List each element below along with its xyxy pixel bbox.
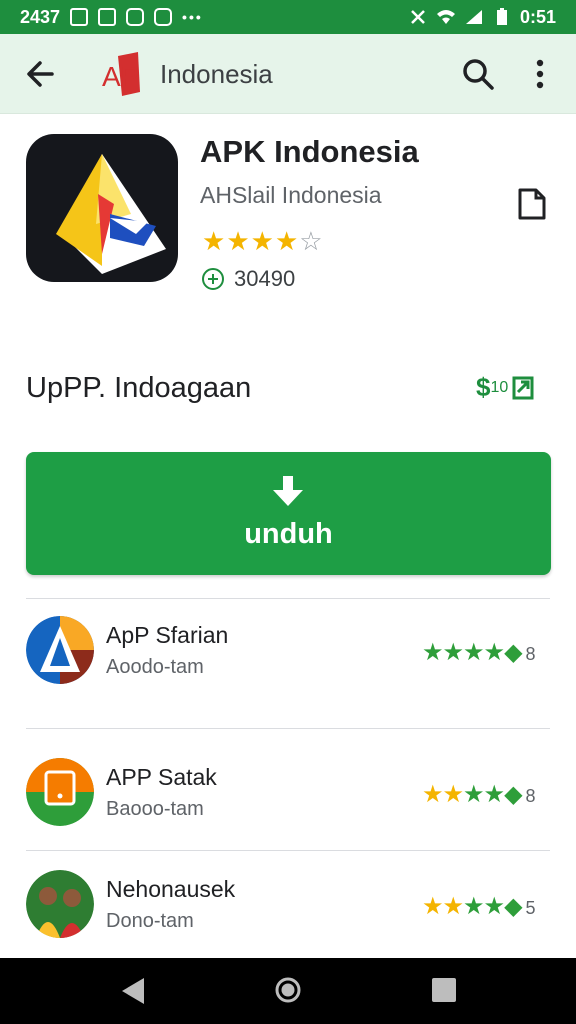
half-star-icon: ★ <box>274 226 300 256</box>
list-item-rating: ★★★★◆ 8 <box>422 639 536 666</box>
list-item-tail: 5 <box>525 898 536 918</box>
gallery-notification-icon <box>70 8 89 26</box>
vibrate-icon <box>411 10 425 24</box>
price: $ 10 <box>476 372 534 403</box>
status-time-left: 2437 <box>20 6 61 27</box>
more-notifications-icon: ••• <box>182 9 203 25</box>
star-icon: ★ <box>226 226 251 256</box>
brand-name: Indonesia <box>160 58 273 89</box>
system-nav-bar <box>0 958 576 1024</box>
download-count: 30490 <box>202 266 295 292</box>
divider <box>26 728 550 729</box>
search-icon[interactable] <box>458 54 498 94</box>
download-button-label: unduh <box>244 518 333 550</box>
list-item-tail: 8 <box>525 786 536 806</box>
brand-logo-text: AP <box>102 61 139 92</box>
more-vert-icon[interactable] <box>522 54 558 94</box>
download-arrow-icon <box>273 476 303 506</box>
apk-logo-icon: AP <box>102 52 140 96</box>
list-item-title: ApP Sfarian <box>106 622 229 648</box>
app-notification-icon <box>154 8 173 26</box>
back-arrow-icon[interactable] <box>22 54 62 94</box>
app-icon <box>26 134 178 282</box>
divider <box>26 850 550 851</box>
list-item-subtitle: Baooo-tam <box>106 798 204 820</box>
list-item-tail: 8 <box>525 644 536 664</box>
list-item-subtitle: Dono-tam <box>106 910 194 932</box>
signal-icon <box>465 10 482 24</box>
list-item-rating: ★★★★◆ 8 <box>422 781 536 808</box>
list-item-title: Nehonausek <box>106 876 236 902</box>
list-item[interactable]: Nehonausek Dono-tam ★★★★◆ 5 <box>26 870 550 942</box>
nehonausek-icon <box>26 870 94 938</box>
section-title: UpPP. Indoagaan <box>26 372 252 404</box>
price-symbol: $ <box>476 372 491 402</box>
nav-back-icon[interactable] <box>120 976 146 1006</box>
brand: AP Indonesia <box>100 52 273 96</box>
divider <box>26 598 550 599</box>
nav-recents-icon[interactable] <box>432 978 456 1002</box>
download-button[interactable]: unduh <box>26 452 551 575</box>
plus-circle-icon <box>202 268 224 290</box>
price-value: 10 <box>490 378 509 396</box>
battery-icon <box>496 8 507 25</box>
list-item-rating: ★★★★◆ 5 <box>422 893 536 920</box>
list-item[interactable]: APP Satak Baooo-tam ★★★★◆ 8 <box>26 758 550 830</box>
wifi-icon <box>436 10 455 24</box>
nav-home-icon[interactable] <box>274 976 302 1004</box>
image-notification-icon <box>98 8 117 26</box>
document-icon[interactable] <box>514 186 548 222</box>
status-time-right: 0:51 <box>519 6 556 27</box>
app-icon-graphic <box>56 154 166 274</box>
status-right: 0:51 <box>408 7 556 28</box>
heart-notification-icon <box>126 8 145 26</box>
list-item[interactable]: ApP Sfarian Aoodo-tam ★★★★◆ 8 <box>26 616 550 688</box>
app-satak-icon <box>26 758 94 826</box>
status-bar: 2437 ••• 0:51 <box>0 0 576 34</box>
app-sfarian-icon <box>26 616 94 684</box>
star-icon: ★ <box>202 226 227 256</box>
download-count-value: 30490 <box>234 266 296 291</box>
empty-star-icon: ☆ <box>299 226 324 256</box>
price-tag-icon <box>512 376 534 399</box>
app-title: APK Indonesia <box>200 134 419 169</box>
developer-name[interactable]: AHSlail Indonesia <box>200 182 382 209</box>
status-left: 2437 ••• <box>20 7 203 28</box>
star-icon: ★ <box>250 226 275 256</box>
list-item-title: APP Satak <box>106 764 217 790</box>
list-item-subtitle: Aoodo-tam <box>106 656 204 678</box>
top-app-bar: AP Indonesia <box>0 34 576 114</box>
app-rating-stars: ★★★★☆ <box>202 226 324 257</box>
